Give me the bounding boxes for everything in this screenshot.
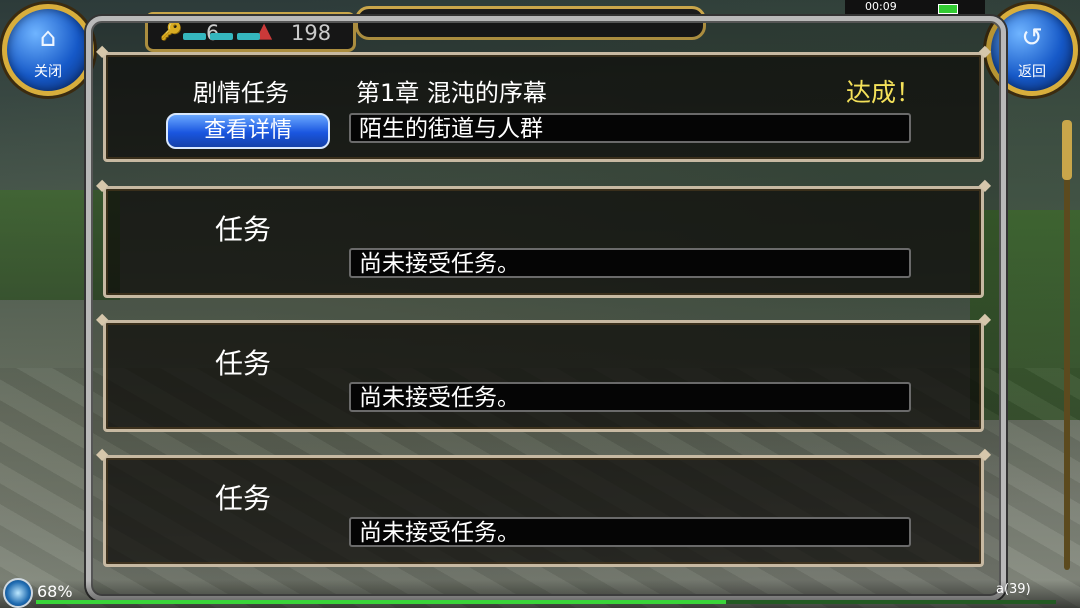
close-button-label: 关闭 [34, 64, 62, 80]
quest-type-label: 任务 [215, 213, 272, 246]
status-clock: 00:09 [845, 0, 985, 14]
battery-icon [938, 4, 958, 14]
quest-status-field: 尚未接受任务。 [349, 382, 911, 412]
level-text: a(39) [996, 582, 1031, 597]
quest-type-label: 任务 [215, 347, 272, 380]
scrollbar-thumb[interactable] [1062, 120, 1072, 180]
quest-name-field: 陌生的街道与人群 [349, 113, 911, 143]
quest-card[interactable]: 任务 尚未接受任务。 [96, 309, 991, 432]
experience-bar-empty [726, 600, 1056, 604]
scrollbar-track[interactable] [1064, 120, 1070, 570]
quest-status: 达成！ [845, 78, 921, 107]
home-icon: ⌂ [39, 23, 57, 53]
quest-card[interactable]: 任务 尚未接受任务。 [96, 175, 991, 298]
quest-type-label: 剧情任务 [193, 79, 289, 107]
chapter-title: 第1章 混沌的序幕 [356, 79, 547, 107]
quest-status-field: 尚未接受任务。 [349, 248, 911, 278]
quest-status-field: 尚未接受任务。 [349, 517, 911, 547]
story-quest-card: 剧情任务 第1章 混沌的序幕 达成！ 查看详情 陌生的街道与人群 [96, 41, 991, 162]
connection-orb-icon [3, 578, 33, 608]
experience-bar-fill [36, 600, 726, 604]
battery-percent: 68% [37, 582, 73, 601]
quest-card[interactable]: 任务 尚未接受任务。 [96, 444, 991, 567]
view-details-button[interactable]: 查看详情 [166, 113, 330, 149]
quest-type-label: 任务 [215, 482, 272, 515]
close-button[interactable]: ⌂ 关闭 [2, 4, 94, 96]
